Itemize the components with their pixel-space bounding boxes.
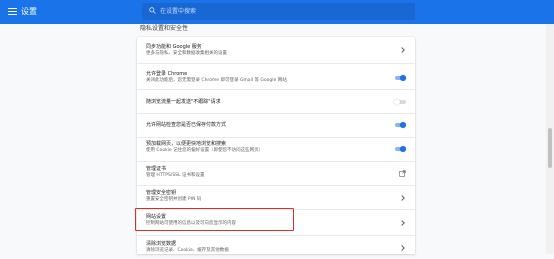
do-not-track-toggle[interactable] [394,99,406,105]
row-subtitle: 关闭此功能后，您无需登录 Chrome 即可登录 Gmail 等 Google … [146,78,287,83]
chevron-right-icon [399,245,405,251]
app-title: 设置 [21,7,37,16]
search-input[interactable] [160,3,400,20]
row-title: 允许网站检查您是否已保存付款方式 [146,122,227,128]
row-subtitle: 重置安全密钥并创建 PIN 码 [146,197,202,202]
row-subtitle: 清除浏览记录、Cookie、缓存及其他数据 [146,248,229,253]
row-manage-security-keys[interactable]: 管理安全密钥 重置安全密钥并创建 PIN 码 [137,185,415,209]
row-preload-pages: 预加载网页，以便更快地浏览和搜索 使用 Cookie 记住您的偏好设置（即使您不… [137,137,415,161]
row-title: 管理证书 [146,166,167,172]
row-title: 清除浏览数据 [146,241,177,247]
scrollbar-thumb[interactable] [548,128,552,168]
row-clear-browsing-data[interactable]: 清除浏览数据 清除浏览记录、Cookie、缓存及其他数据 [137,235,415,259]
row-allow-chrome-signin: 允许登录 Chrome 关闭此功能后，您无需登录 Chrome 即可登录 Gma… [137,63,415,89]
row-do-not-track: 随浏览流量一起发送"不跟踪"请求 [137,89,415,113]
row-subtitle: 使用 Cookie 记住您的偏好设置（即使您不访问这些网页） [146,148,264,153]
signin-toggle[interactable] [394,75,406,81]
row-title: 允许登录 Chrome [146,71,188,77]
section-header: 隐私设置和安全性 [140,25,189,32]
row-title: 同步功能和 Google 服务 [146,44,202,50]
search-icon [149,7,156,14]
row-title: 管理安全密钥 [146,190,177,196]
row-subtitle: 更多与隐私、安全和数据收集相关的设置 [146,51,227,56]
preload-toggle[interactable] [394,146,406,152]
row-title: 网站设置 [146,214,167,220]
chevron-right-icon [399,220,405,226]
top-app-bar: 设置 [0,0,554,24]
row-site-settings[interactable]: 网站设置 控制网站可使用的信息以及可向您显示的内容 [137,209,415,235]
search-box[interactable] [142,3,415,20]
menu-icon[interactable] [8,8,17,16]
chevron-right-icon [399,195,405,201]
open-in-new-icon [399,170,406,177]
row-subtitle: 控制网站可使用的信息以及可向您显示的内容 [146,221,236,226]
row-title: 随浏览流量一起发送"不跟踪"请求 [146,99,221,105]
row-sync-google-services[interactable]: 同步功能和 Google 服务 更多与隐私、安全和数据收集相关的设置 [137,37,415,63]
chevron-right-icon [399,47,405,53]
row-payment-methods: 允许网站检查您是否已保存付款方式 [137,113,415,137]
row-title: 预加载网页，以便更快地浏览和搜索 [146,141,227,147]
payment-methods-toggle[interactable] [394,122,406,128]
row-manage-certificates[interactable]: 管理证书 管理 HTTPS/SSL 证书和设置 [137,161,415,185]
privacy-security-card: 同步功能和 Google 服务 更多与隐私、安全和数据收集相关的设置 允许登录 … [137,37,415,254]
row-subtitle: 管理 HTTPS/SSL 证书和设置 [146,173,205,178]
